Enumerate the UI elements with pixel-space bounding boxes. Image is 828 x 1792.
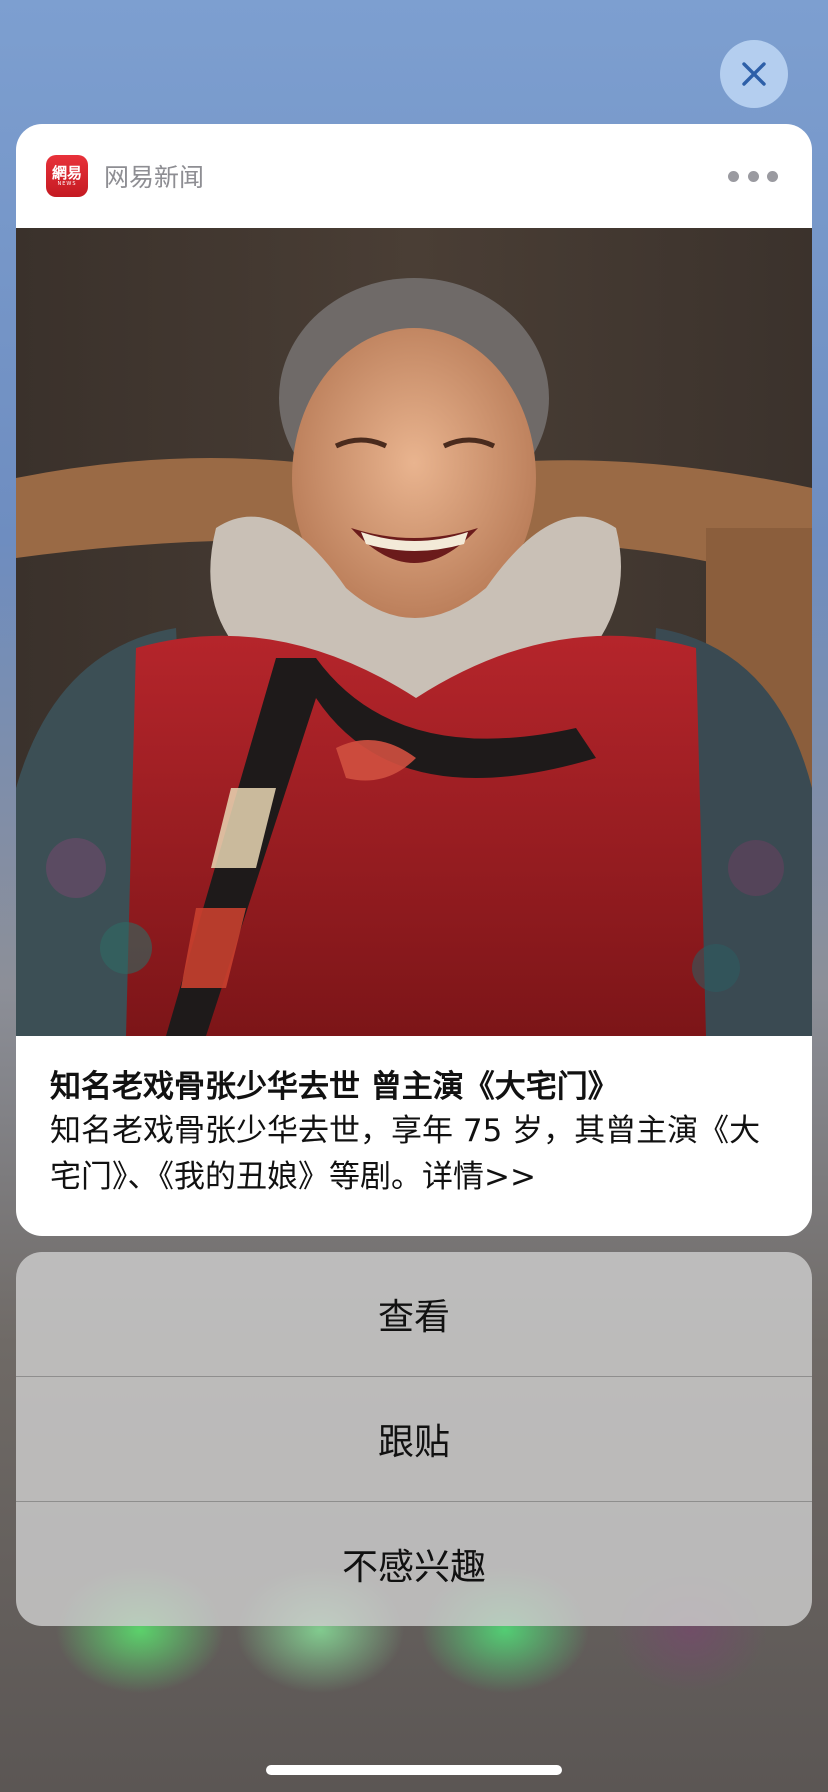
home-indicator[interactable] (266, 1765, 562, 1775)
notification-card[interactable]: 網易 NEWS 网易新闻 知名老戏骨张少华去世 曾主演《大宅门》 知名老戏骨张少… (16, 124, 812, 1236)
news-headline: 知名老戏骨张少华去世 曾主演《大宅门》 (50, 1069, 619, 1105)
notification-text: 知名老戏骨张少华去世 曾主演《大宅门》 知名老戏骨张少华去世，享年 75 岁，其… (50, 1066, 778, 1200)
news-photo[interactable] (16, 228, 812, 1036)
notification-header: 網易 NEWS 网易新闻 (16, 124, 812, 228)
app-icon-logo-subtext: NEWS (57, 180, 77, 187)
more-icon-dot (747, 170, 759, 182)
more-icon-dot (767, 170, 778, 182)
view-action-button[interactable]: 查看 (16, 1252, 812, 1377)
netease-news-icon: 網易 NEWS (46, 155, 88, 197)
not-interested-action-button[interactable]: 不感兴趣 (16, 1502, 812, 1626)
more-icon-dot (728, 170, 739, 182)
news-body: 知名老戏骨张少华去世，享年 75 岁，其曾主演《大宅门》、《我的丑娘》等剧。详情… (50, 1113, 761, 1195)
comment-action-button[interactable]: 跟贴 (16, 1377, 812, 1502)
app-name: 网易新闻 (104, 163, 205, 192)
more-options-button[interactable] (728, 160, 778, 192)
action-menu: 查看 跟贴 不感兴趣 (16, 1252, 812, 1626)
close-button[interactable] (720, 40, 788, 108)
close-icon (742, 62, 766, 86)
portrait-image (16, 228, 812, 1036)
app-icon-logo-text: 網易 (51, 163, 82, 182)
